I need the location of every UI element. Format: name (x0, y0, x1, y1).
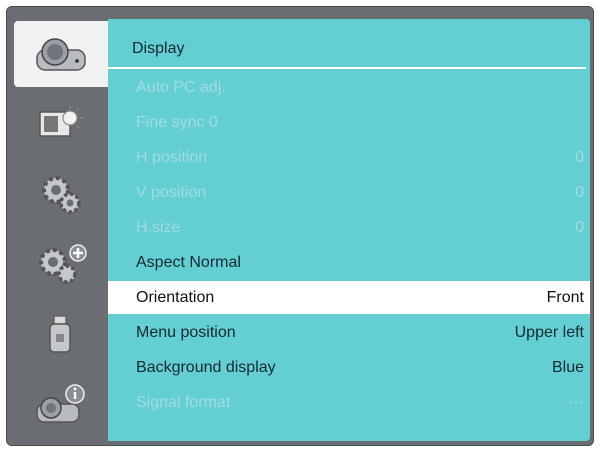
menu-item-label: Aspect Normal (136, 253, 241, 271)
menu-item-label: Auto PC adj. (136, 78, 226, 96)
menu-item-h-position[interactable]: H position 0 (108, 141, 590, 174)
menu-title: Display (132, 40, 185, 57)
menu-item-label: Orientation (136, 288, 215, 306)
display-menu-panel: Display Auto PC adj. Fine sync 0 H posit… (108, 19, 590, 441)
menu-item-value: 0 (575, 183, 584, 201)
menu-item-label: Fine sync 0 (136, 113, 218, 131)
usb-icon (49, 315, 71, 353)
menu-item-value: ··· (568, 393, 584, 411)
menu-item-h-size[interactable]: H.size 0 (108, 211, 590, 244)
sidebar (14, 19, 108, 441)
menu-item-v-position[interactable]: V position 0 (108, 176, 590, 209)
menu-item-label: Signal format (136, 393, 231, 411)
projector-icon (36, 38, 86, 71)
sidebar-item-info[interactable] (14, 371, 108, 437)
menu-item-label: V position (136, 183, 207, 201)
gears-icon (42, 176, 81, 214)
sidebar-item-setup[interactable] (14, 161, 108, 227)
menu-item-value: Upper left (514, 323, 584, 341)
info-icon (36, 384, 85, 423)
menu-item-label: H position (136, 148, 208, 166)
menu-item-menu-position[interactable]: Menu position Upper left (108, 316, 590, 349)
sidebar-item-usb[interactable] (14, 301, 108, 367)
menu-item-auto-pc-adj[interactable]: Auto PC adj. (108, 71, 590, 104)
menu-item-value: Front (546, 288, 584, 306)
menu-item-orientation[interactable]: Orientation Front (108, 281, 590, 314)
title-divider (108, 67, 586, 69)
menu-item-fine-sync[interactable]: Fine sync 0 (108, 106, 590, 139)
menu-item-value: 0 (575, 218, 584, 236)
menu-item-value: Blue (551, 358, 584, 376)
menu-item-aspect[interactable]: Aspect Normal (108, 246, 590, 279)
menu-item-value: 0 (575, 148, 584, 166)
menu-item-background-display[interactable]: Background display Blue (108, 351, 590, 384)
sidebar-item-picture[interactable] (14, 91, 108, 157)
sidebar-item-display[interactable] (14, 21, 108, 87)
menu-item-label: H.size (136, 218, 181, 236)
menu-item-label: Menu position (136, 323, 236, 341)
menu-item-label: Background display (136, 358, 276, 376)
osd-menu-frame: Display Auto PC adj. Fine sync 0 H posit… (6, 6, 594, 446)
gears-plus-icon (39, 244, 87, 284)
menu-item-signal-format[interactable]: Signal format ··· (108, 386, 590, 419)
sidebar-item-expanded[interactable] (14, 231, 108, 297)
picture-icon (39, 106, 83, 137)
